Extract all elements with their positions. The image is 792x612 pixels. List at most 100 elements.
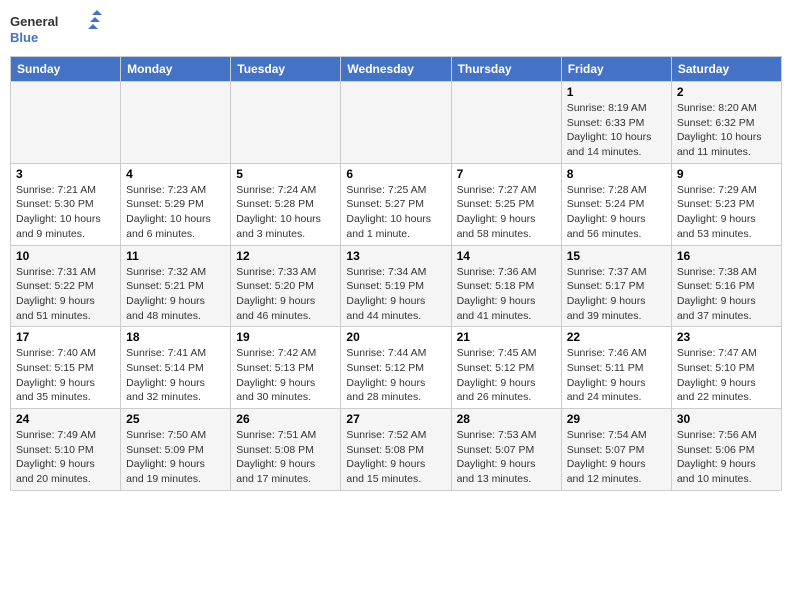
day-info: Sunrise: 7:52 AM Sunset: 5:08 PM Dayligh… — [346, 428, 445, 487]
day-number: 6 — [346, 167, 445, 181]
day-cell: 6Sunrise: 7:25 AM Sunset: 5:27 PM Daylig… — [341, 163, 451, 245]
day-number: 5 — [236, 167, 335, 181]
day-cell: 9 Sunrise: 7:29 AM Sunset: 5:23 PM Daylig… — [671, 163, 781, 245]
day-cell: 13 Sunrise: 7:34 AM Sunset: 5:19 PM Dayli… — [341, 245, 451, 327]
day-info: Sunrise: 7:23 AM Sunset: 5:29 PM Dayligh… — [126, 183, 225, 242]
week-row-1: 3 Sunrise: 7:21 AM Sunset: 5:30 PM Daylig… — [11, 163, 782, 245]
day-number: 26 — [236, 412, 335, 426]
day-cell: 3 Sunrise: 7:21 AM Sunset: 5:30 PM Daylig… — [11, 163, 121, 245]
day-cell: 25Sunrise: 7:50 AM Sunset: 5:09 PM Dayli… — [121, 409, 231, 491]
day-number: 9 — [677, 167, 776, 181]
day-number: 24 — [16, 412, 115, 426]
day-cell: 29Sunrise: 7:54 AM Sunset: 5:07 PM Dayli… — [561, 409, 671, 491]
day-cell: 12 Sunrise: 7:33 AM Sunset: 5:20 PM Dayli… — [231, 245, 341, 327]
day-info: Sunrise: 7:47 AM Sunset: 5:10 PM Dayligh… — [677, 346, 776, 405]
day-cell: 28Sunrise: 7:53 AM Sunset: 5:07 PM Dayli… — [451, 409, 561, 491]
day-number: 7 — [457, 167, 556, 181]
day-cell: 24Sunrise: 7:49 AM Sunset: 5:10 PM Dayli… — [11, 409, 121, 491]
day-number: 30 — [677, 412, 776, 426]
week-row-3: 17 Sunrise: 7:40 AM Sunset: 5:15 PM Dayli… — [11, 327, 782, 409]
day-header-friday: Friday — [561, 57, 671, 82]
day-number: 16 — [677, 249, 776, 263]
day-number: 19 — [236, 330, 335, 344]
day-cell: 27 Sunrise: 7:52 AM Sunset: 5:08 PM Dayli… — [341, 409, 451, 491]
day-cell: 23 Sunrise: 7:47 AM Sunset: 5:10 PM Dayli… — [671, 327, 781, 409]
day-cell: 18 Sunrise: 7:41 AM Sunset: 5:14 PM Dayli… — [121, 327, 231, 409]
week-row-0: 1Sunrise: 8:19 AM Sunset: 6:33 PM Daylig… — [11, 82, 782, 164]
svg-text:General: General — [10, 14, 58, 29]
day-number: 20 — [346, 330, 445, 344]
day-info: Sunrise: 7:56 AM Sunset: 5:06 PM Dayligh… — [677, 428, 776, 487]
day-number: 21 — [457, 330, 556, 344]
day-number: 12 — [236, 249, 335, 263]
day-cell: 1Sunrise: 8:19 AM Sunset: 6:33 PM Daylig… — [561, 82, 671, 164]
day-info: Sunrise: 7:42 AM Sunset: 5:13 PM Dayligh… — [236, 346, 335, 405]
day-header-monday: Monday — [121, 57, 231, 82]
week-row-4: 24Sunrise: 7:49 AM Sunset: 5:10 PM Dayli… — [11, 409, 782, 491]
page-header: General Blue — [10, 10, 782, 50]
day-number: 3 — [16, 167, 115, 181]
day-info: Sunrise: 7:46 AM Sunset: 5:11 PM Dayligh… — [567, 346, 666, 405]
logo: General Blue — [10, 10, 110, 50]
day-header-thursday: Thursday — [451, 57, 561, 82]
day-cell: 19 Sunrise: 7:42 AM Sunset: 5:13 PM Dayli… — [231, 327, 341, 409]
day-cell: 16Sunrise: 7:38 AM Sunset: 5:16 PM Dayli… — [671, 245, 781, 327]
day-info: Sunrise: 7:36 AM Sunset: 5:18 PM Dayligh… — [457, 265, 556, 324]
day-number: 8 — [567, 167, 666, 181]
day-cell: 10 Sunrise: 7:31 AM Sunset: 5:22 PM Dayli… — [11, 245, 121, 327]
header-row: SundayMondayTuesdayWednesdayThursdayFrid… — [11, 57, 782, 82]
day-number: 1 — [567, 85, 666, 99]
day-cell: 22 Sunrise: 7:46 AM Sunset: 5:11 PM Dayli… — [561, 327, 671, 409]
day-number: 4 — [126, 167, 225, 181]
day-info: Sunrise: 7:41 AM Sunset: 5:14 PM Dayligh… — [126, 346, 225, 405]
day-info: Sunrise: 7:51 AM Sunset: 5:08 PM Dayligh… — [236, 428, 335, 487]
day-number: 17 — [16, 330, 115, 344]
day-cell — [341, 82, 451, 164]
day-cell: 14 Sunrise: 7:36 AM Sunset: 5:18 PM Dayli… — [451, 245, 561, 327]
day-number: 23 — [677, 330, 776, 344]
day-cell — [11, 82, 121, 164]
day-header-sunday: Sunday — [11, 57, 121, 82]
day-cell: 7 Sunrise: 7:27 AM Sunset: 5:25 PM Daylig… — [451, 163, 561, 245]
day-cell: 5 Sunrise: 7:24 AM Sunset: 5:28 PM Daylig… — [231, 163, 341, 245]
svg-text:Blue: Blue — [10, 30, 38, 45]
day-number: 14 — [457, 249, 556, 263]
day-number: 13 — [346, 249, 445, 263]
day-info: Sunrise: 7:32 AM Sunset: 5:21 PM Dayligh… — [126, 265, 225, 324]
day-cell: 15 Sunrise: 7:37 AM Sunset: 5:17 PM Dayli… — [561, 245, 671, 327]
day-info: Sunrise: 7:29 AM Sunset: 5:23 PM Dayligh… — [677, 183, 776, 242]
day-cell — [121, 82, 231, 164]
day-info: Sunrise: 7:31 AM Sunset: 5:22 PM Dayligh… — [16, 265, 115, 324]
day-cell: 11Sunrise: 7:32 AM Sunset: 5:21 PM Dayli… — [121, 245, 231, 327]
day-info: Sunrise: 7:21 AM Sunset: 5:30 PM Dayligh… — [16, 183, 115, 242]
day-info: Sunrise: 7:33 AM Sunset: 5:20 PM Dayligh… — [236, 265, 335, 324]
day-cell — [451, 82, 561, 164]
day-cell: 2 Sunrise: 8:20 AM Sunset: 6:32 PM Daylig… — [671, 82, 781, 164]
day-number: 15 — [567, 249, 666, 263]
logo-icon: General Blue — [10, 10, 110, 50]
day-number: 18 — [126, 330, 225, 344]
day-info: Sunrise: 7:27 AM Sunset: 5:25 PM Dayligh… — [457, 183, 556, 242]
day-info: Sunrise: 7:34 AM Sunset: 5:19 PM Dayligh… — [346, 265, 445, 324]
day-number: 22 — [567, 330, 666, 344]
day-header-tuesday: Tuesday — [231, 57, 341, 82]
day-cell: 21 Sunrise: 7:45 AM Sunset: 5:12 PM Dayli… — [451, 327, 561, 409]
day-cell — [231, 82, 341, 164]
day-info: Sunrise: 7:24 AM Sunset: 5:28 PM Dayligh… — [236, 183, 335, 242]
day-number: 25 — [126, 412, 225, 426]
day-number: 10 — [16, 249, 115, 263]
day-info: Sunrise: 8:20 AM Sunset: 6:32 PM Dayligh… — [677, 101, 776, 160]
day-info: Sunrise: 7:44 AM Sunset: 5:12 PM Dayligh… — [346, 346, 445, 405]
day-number: 28 — [457, 412, 556, 426]
day-info: Sunrise: 7:54 AM Sunset: 5:07 PM Dayligh… — [567, 428, 666, 487]
day-cell: 26 Sunrise: 7:51 AM Sunset: 5:08 PM Dayli… — [231, 409, 341, 491]
day-info: Sunrise: 7:37 AM Sunset: 5:17 PM Dayligh… — [567, 265, 666, 324]
day-info: Sunrise: 7:40 AM Sunset: 5:15 PM Dayligh… — [16, 346, 115, 405]
day-cell: 17 Sunrise: 7:40 AM Sunset: 5:15 PM Dayli… — [11, 327, 121, 409]
week-row-2: 10 Sunrise: 7:31 AM Sunset: 5:22 PM Dayli… — [11, 245, 782, 327]
day-info: Sunrise: 7:45 AM Sunset: 5:12 PM Dayligh… — [457, 346, 556, 405]
day-header-saturday: Saturday — [671, 57, 781, 82]
day-cell: 20 Sunrise: 7:44 AM Sunset: 5:12 PM Dayli… — [341, 327, 451, 409]
day-number: 27 — [346, 412, 445, 426]
day-number: 2 — [677, 85, 776, 99]
